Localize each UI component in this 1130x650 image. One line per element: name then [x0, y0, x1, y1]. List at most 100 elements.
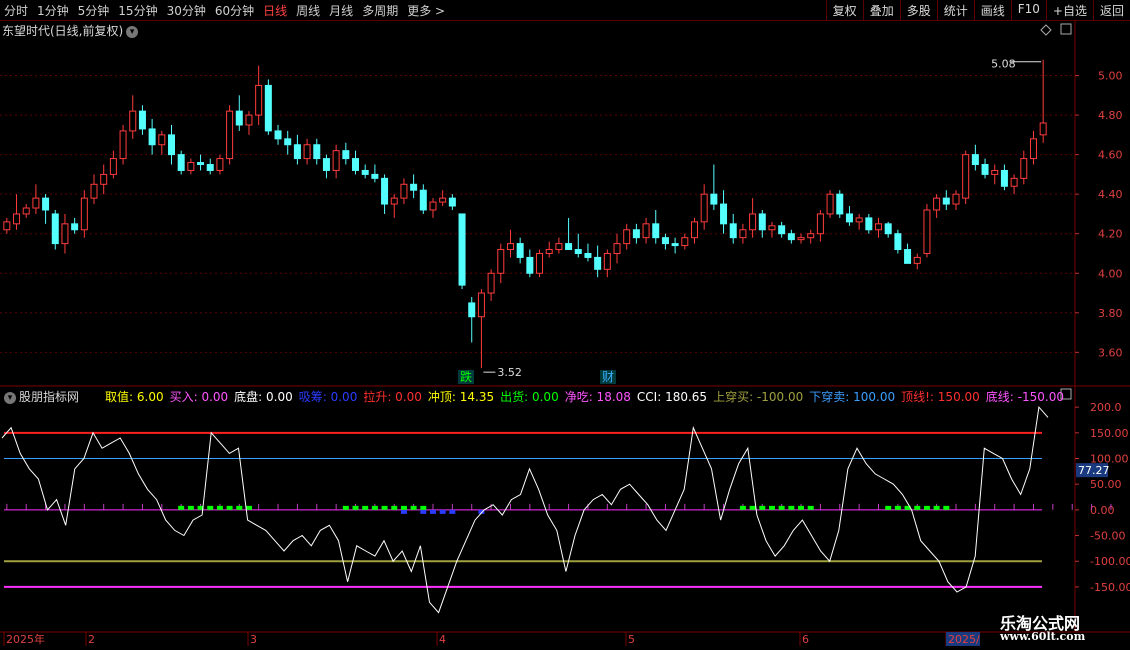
distribution-bar	[362, 505, 369, 510]
x-axis-label: 2025年	[6, 632, 45, 646]
distribution-bar	[885, 505, 892, 510]
price-axis-label: 4.40	[1098, 188, 1123, 201]
price-axis-label: 3.80	[1098, 307, 1123, 320]
candle-body	[264, 84, 272, 132]
price-axis-label: 5.00	[1098, 70, 1123, 83]
distribution-bar	[778, 505, 785, 510]
absorb-bar	[449, 509, 456, 514]
candle-body	[584, 252, 592, 258]
candle-body	[381, 177, 389, 205]
absorb-bar	[420, 509, 427, 514]
distribution-bar	[420, 505, 427, 510]
high-price-label: 5.08	[991, 58, 1016, 71]
indicator-field-12: 底线: -150.00	[985, 390, 1064, 404]
indicator-field-4: 拉升: 0.00	[363, 390, 422, 404]
candle-body	[400, 183, 408, 199]
candle-body	[971, 154, 979, 166]
candle-body	[613, 243, 621, 254]
event-marker: 财	[602, 370, 614, 384]
candle-body	[603, 252, 611, 270]
candle-body	[468, 302, 476, 318]
candle-body	[845, 213, 853, 223]
distribution-bar	[187, 505, 194, 510]
indicator-axis-label: 50.00	[1090, 478, 1122, 491]
candle-body	[875, 223, 883, 231]
candle-body	[51, 213, 59, 245]
distribution-bar	[894, 505, 901, 510]
candle-body	[177, 154, 185, 171]
distribution-bar	[400, 505, 407, 510]
candle-body	[61, 223, 69, 245]
watermark-line2: www.60lt.com	[1000, 630, 1086, 643]
candle-body	[100, 173, 108, 185]
distribution-bar	[236, 505, 243, 510]
candle-body	[739, 229, 747, 239]
distribution-bar	[371, 505, 378, 510]
candle-body	[148, 128, 156, 146]
candle-body	[536, 252, 544, 274]
indicator-field-1: 买入: 0.00	[169, 390, 229, 404]
x-axis-label: 6	[802, 633, 809, 646]
indicator-field-2: 底盘: 0.00	[234, 390, 293, 404]
candle-body	[623, 229, 631, 245]
candle-body	[749, 213, 757, 231]
candle-body	[894, 233, 902, 251]
price-axis-label: 4.80	[1098, 109, 1123, 122]
candle-body	[90, 183, 98, 199]
indicator-axis-label: 150.00	[1090, 427, 1129, 440]
candle-body	[565, 243, 573, 251]
candle-body	[816, 213, 824, 235]
candle-body	[952, 193, 960, 205]
candle-body	[342, 150, 350, 160]
current-cci-label: 77.27	[1078, 464, 1110, 477]
candle-body	[197, 162, 205, 166]
candle-body	[429, 201, 437, 211]
candle-body	[778, 225, 786, 235]
candle-body	[284, 138, 292, 146]
x-axis-label: 5	[628, 633, 635, 646]
distribution-bar	[178, 505, 185, 510]
candle-body	[632, 229, 640, 239]
candle-body	[255, 84, 263, 116]
candle-body	[22, 207, 30, 215]
distribution-bar	[391, 505, 398, 510]
candle-body	[506, 243, 514, 251]
candle-body	[981, 164, 989, 175]
candle-body	[71, 223, 79, 231]
x-axis-label: 2025/	[948, 633, 980, 646]
candle-body	[642, 223, 650, 239]
candle-body	[942, 197, 950, 205]
price-axis-label: 3.60	[1098, 346, 1123, 359]
indicator-axis-label: -150.00	[1090, 581, 1130, 594]
candle-body	[661, 237, 669, 245]
candle-body	[371, 173, 379, 179]
indicator-field-8: CCI: 180.65	[636, 390, 708, 404]
candle-body	[419, 189, 427, 211]
candle-body	[410, 183, 418, 191]
absorb-bar	[400, 509, 407, 514]
candle-body	[3, 221, 11, 231]
indicator-field-9: 上穿买: -100.00	[713, 390, 804, 404]
candle-body	[42, 197, 50, 211]
indicator-axis-label: -100.00	[1090, 555, 1130, 568]
candle-body	[555, 243, 563, 251]
candle-body	[526, 256, 534, 274]
candle-body	[545, 249, 553, 254]
candle-body	[138, 110, 146, 130]
candle-body	[390, 197, 398, 205]
candle-body	[32, 197, 40, 209]
low-price-label: 3.52	[497, 366, 521, 379]
candle-body	[303, 144, 311, 160]
distribution-bar	[807, 505, 814, 510]
candle-body	[361, 169, 369, 175]
candle-body	[477, 292, 485, 318]
candle-body	[865, 217, 873, 231]
chart-canvas: 5.00 4.80 4.60 4.40 4.20 4.00 3.80 3.60 5.08 3.52…	[0, 20, 1130, 646]
candle-body	[458, 213, 466, 286]
candle-body	[855, 217, 863, 223]
indicator-dropdown[interactable]: ▾	[4, 392, 16, 404]
candle-body	[797, 237, 805, 241]
indicator-field-3: 吸筹: 0.00	[298, 390, 358, 404]
candle-body	[710, 193, 718, 205]
candle-body	[884, 223, 892, 235]
